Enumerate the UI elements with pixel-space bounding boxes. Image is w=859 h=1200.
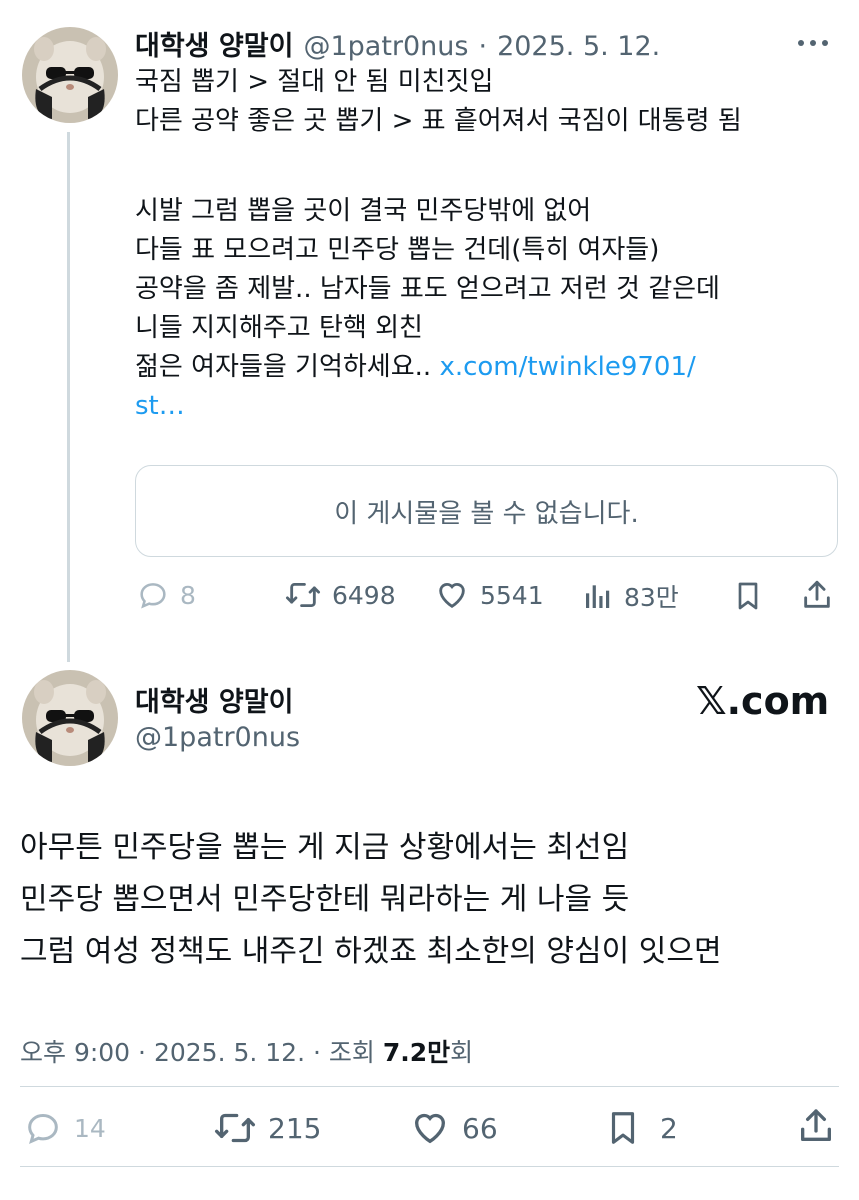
separator-dot: · [478, 31, 488, 62]
share-button[interactable] [800, 576, 834, 614]
reply-icon [140, 583, 166, 609]
text-segment: 젊은 여자들을 기억하세요.. [135, 352, 432, 382]
text-line: 그럼 여성 정책도 내주긴 하겠죠 최소한의 양심이 잇으면 [20, 934, 722, 969]
share-icon [801, 1109, 831, 1141]
retweet-count: 215 [268, 1111, 322, 1145]
text-line [135, 141, 742, 180]
text-line: 공약을 좀 제발.. 남자들 표도 얻으려고 저런 것 같은데 [135, 274, 720, 304]
text-line: 시발 그럼 뽑을 곳이 결국 민주당밖에 없어 [135, 196, 592, 226]
separator-dot: · [312, 1038, 321, 1067]
post-meta: 오후 9:00 · 2025. 5. 12. · 조회 7.2만회 [20, 1033, 473, 1069]
unavailable-message: 이 게시물을 볼 수 없습니다. [334, 498, 639, 529]
text-line: 다들 표 모으려고 민주당 뽑는 건데(특히 여자들) [135, 235, 660, 265]
text-line: 아무튼 민주당을 뽑는 게 지금 상황에서는 최선임 [20, 830, 630, 865]
avatar[interactable] [22, 670, 118, 766]
retweet-button[interactable]: 215 [212, 1108, 321, 1148]
bookmark-button[interactable]: 2 [604, 1106, 678, 1150]
text-line: 젊은 여자들을 기억하세요.. x.com/twinkle9701/ [135, 348, 742, 387]
tweet-text: 국짐 뽑기 > 절대 안 됨 미친짓입 다른 공약 좋은 곳 뽑기 > 표 흩어… [135, 63, 742, 426]
thread-connector-line [67, 132, 70, 662]
author-handle[interactable]: @1patr0nus [135, 722, 300, 753]
retweet-icon [285, 582, 320, 608]
retweet-count: 6498 [332, 580, 396, 610]
avatar[interactable] [22, 27, 118, 123]
text-line: 니들 지지해주고 탄핵 외친 [135, 313, 423, 343]
retweet-button[interactable]: 6498 [284, 578, 396, 612]
tweet-text: 아무튼 민주당을 뽑는 게 지금 상황에서는 최선임 민주당 뽑으면서 민주당한… [20, 822, 722, 978]
divider [20, 1166, 839, 1167]
like-count: 66 [462, 1111, 498, 1145]
heart-icon [439, 583, 465, 609]
like-button[interactable]: 5541 [434, 578, 544, 612]
share-button[interactable] [796, 1104, 836, 1148]
separator-dot: · [138, 1038, 146, 1067]
post-time[interactable]: 오후 9:00 [20, 1038, 130, 1067]
views-suffix: 회 [450, 1038, 474, 1067]
x-brand-logo: 𝕏.com [696, 679, 830, 723]
bookmark-icon [738, 582, 758, 610]
divider [20, 1086, 839, 1087]
bookmark-count: 2 [660, 1111, 678, 1145]
quoted-post-unavailable[interactable]: 이 게시물을 볼 수 없습니다. [135, 465, 838, 557]
author-name[interactable]: 대학생 양말이 [135, 24, 293, 63]
views-value: 7.2만 [382, 1038, 451, 1067]
views-label: 조회 [328, 1038, 375, 1067]
bookmark-icon [611, 1112, 635, 1144]
retweet-icon [215, 1113, 255, 1143]
views-button[interactable]: 83만 [582, 578, 679, 614]
post-date[interactable]: 2025. 5. 12. [497, 31, 660, 62]
reply-count: 14 [74, 1113, 106, 1143]
post-date[interactable]: 2025. 5. 12. [154, 1038, 305, 1067]
reply-icon [28, 1113, 58, 1144]
author-handle[interactable]: @1patr0nus [303, 31, 468, 62]
author-name[interactable]: 대학생 양말이 [135, 680, 293, 719]
like-button[interactable]: 66 [408, 1108, 498, 1148]
reply-count: 8 [180, 580, 196, 610]
more-horizontal-icon[interactable] [793, 28, 833, 62]
text-line: 민주당 뽑으면서 민주당한테 뭐라하는 게 나을 듯 [20, 882, 630, 917]
share-icon [804, 580, 830, 608]
reply-button[interactable]: 14 [22, 1108, 106, 1148]
text-line: 국짐 뽑기 > 절대 안 됨 미친짓입 [135, 67, 494, 97]
text-line: 다른 공약 좋은 곳 뽑기 > 표 흩어져서 국짐이 대통령 됨 [135, 106, 742, 136]
tweet-link[interactable]: x.com/twinkle9701/ [439, 352, 695, 382]
view-count: 83만 [624, 583, 679, 612]
tweet-link-continued[interactable]: st… [135, 387, 742, 426]
like-count: 5541 [480, 580, 544, 610]
bookmark-button[interactable] [732, 578, 764, 614]
reply-button[interactable]: 8 [136, 578, 196, 612]
heart-icon [414, 1113, 446, 1144]
views-icon [586, 585, 610, 608]
